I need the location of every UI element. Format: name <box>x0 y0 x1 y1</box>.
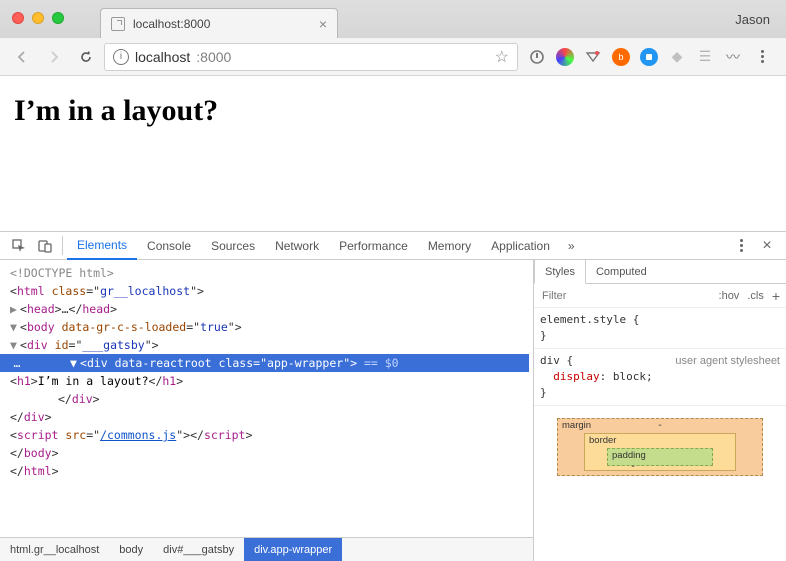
dom-node[interactable]: <h1>I’m in a layout?</h1> <box>0 372 529 390</box>
extension-icon[interactable]: b <box>612 48 630 66</box>
box-model-border[interactable]: border - padding - <box>584 433 736 471</box>
dom-node[interactable]: ▼<body data-gr-c-s-loaded="true"> <box>0 318 529 336</box>
dom-node[interactable]: <script src="/commons.js"></script> <box>0 426 529 444</box>
window-close-button[interactable] <box>12 12 24 24</box>
reload-button[interactable] <box>72 43 100 71</box>
styles-panel: Styles Computed :hov .cls + element.styl… <box>534 260 786 561</box>
styles-tab-computed[interactable]: Computed <box>586 260 657 283</box>
style-rule[interactable]: element.style { } <box>534 308 786 349</box>
tab-title: localhost:8000 <box>133 17 210 31</box>
browser-toolbar: i localhost :8000 ☆ b ◆ ☰ 〰 <box>0 38 786 76</box>
devtools-menu-button[interactable] <box>728 232 754 259</box>
breadcrumb-item[interactable]: body <box>109 538 153 561</box>
dom-node[interactable]: ▼<div id="___gatsby"> <box>0 336 529 354</box>
devtools-tabs-overflow[interactable]: » <box>560 232 583 259</box>
chrome-menu-button[interactable] <box>752 50 772 63</box>
profile-name[interactable]: Jason <box>735 12 770 27</box>
bookmark-star-icon[interactable]: ☆ <box>495 47 509 67</box>
devtools-tab-network[interactable]: Network <box>265 232 329 259</box>
box-model-padding[interactable]: padding - <box>607 448 713 466</box>
devtools: Elements Console Sources Network Perform… <box>0 231 786 561</box>
dom-node[interactable]: <html class="gr__localhost"> <box>0 282 529 300</box>
style-rule[interactable]: div {user agent stylesheet display: bloc… <box>534 349 786 406</box>
svg-text:b: b <box>618 52 623 62</box>
window-controls <box>12 12 64 24</box>
breadcrumb-item[interactable]: div#___gatsby <box>153 538 244 561</box>
hov-toggle[interactable]: :hov <box>719 290 740 302</box>
device-toolbar-button[interactable] <box>32 232 58 259</box>
favicon-icon <box>111 17 125 31</box>
dom-node[interactable]: ▶<head>…</head> <box>0 300 529 318</box>
extension-icon[interactable] <box>640 48 658 66</box>
url-host: localhost <box>135 49 190 65</box>
inspect-element-button[interactable] <box>6 232 32 259</box>
breadcrumb-item[interactable]: html.gr__localhost <box>0 538 109 561</box>
devtools-tab-elements[interactable]: Elements <box>67 232 137 260</box>
devtools-tab-performance[interactable]: Performance <box>329 232 418 259</box>
dom-breadcrumb: html.gr__localhost body div#___gatsby di… <box>0 537 533 561</box>
extension-icon[interactable] <box>528 48 546 66</box>
extension-icon[interactable]: 〰 <box>724 48 742 66</box>
devtools-tab-memory[interactable]: Memory <box>418 232 481 259</box>
url-path: :8000 <box>196 49 231 65</box>
forward-button[interactable] <box>40 43 68 71</box>
devtools-tab-application[interactable]: Application <box>481 232 560 259</box>
devtools-tab-console[interactable]: Console <box>137 232 201 259</box>
dom-node[interactable]: </body> <box>0 444 529 462</box>
dom-tree[interactable]: <!DOCTYPE html> <html class="gr__localho… <box>0 260 533 537</box>
page-heading: I’m in a layout? <box>14 94 772 128</box>
styles-filter-input[interactable] <box>540 289 711 303</box>
browser-tab[interactable]: localhost:8000 × <box>100 8 338 38</box>
box-model: margin - border - padding - <box>534 406 786 561</box>
styles-filter-bar: :hov .cls + <box>534 284 786 308</box>
devtools-tabbar: Elements Console Sources Network Perform… <box>0 232 786 260</box>
dom-node[interactable]: </div> <box>0 390 529 408</box>
styles-tab-styles[interactable]: Styles <box>534 260 586 284</box>
page-viewport: I’m in a layout? <box>0 76 786 231</box>
breadcrumb-item-active[interactable]: div.app-wrapper <box>244 538 342 561</box>
window-minimize-button[interactable] <box>32 12 44 24</box>
dom-doctype: <!DOCTYPE html> <box>10 266 114 280</box>
devtools-tab-sources[interactable]: Sources <box>201 232 265 259</box>
devtools-close-button[interactable]: × <box>754 232 780 259</box>
extension-icon[interactable]: ◆ <box>668 48 686 66</box>
elements-panel: <!DOCTYPE html> <html class="gr__localho… <box>0 260 534 561</box>
browser-tabstrip: localhost:8000 × Jason <box>0 0 786 38</box>
box-model-margin[interactable]: margin - border - padding - <box>557 418 763 476</box>
extension-icon[interactable] <box>584 48 602 66</box>
extension-icons: b ◆ ☰ 〰 <box>522 48 778 66</box>
new-rule-button[interactable]: + <box>772 288 780 304</box>
tab-close-button[interactable]: × <box>319 16 327 32</box>
site-info-icon[interactable]: i <box>113 49 129 65</box>
back-button[interactable] <box>8 43 36 71</box>
dom-node[interactable]: </div> <box>0 408 529 426</box>
url-bar[interactable]: i localhost :8000 ☆ <box>104 43 518 71</box>
cls-toggle[interactable]: .cls <box>747 290 764 302</box>
extension-icon[interactable]: ☰ <box>696 48 714 66</box>
extension-icon[interactable] <box>556 48 574 66</box>
dom-node-selected[interactable]: …▼<div data-reactroot class="app-wrapper… <box>0 354 529 372</box>
window-maximize-button[interactable] <box>52 12 64 24</box>
dom-node[interactable]: </html> <box>0 462 529 480</box>
styles-tabs: Styles Computed <box>534 260 786 284</box>
